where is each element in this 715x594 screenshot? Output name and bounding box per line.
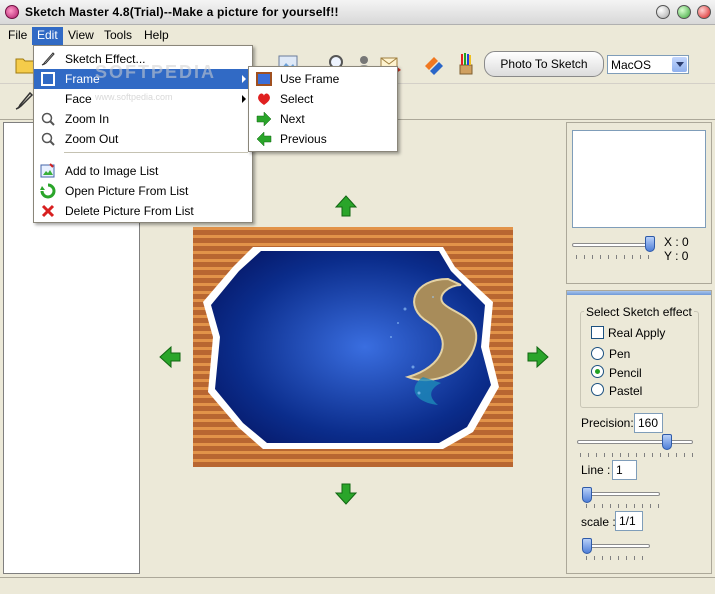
menu-item-use-frame[interactable]: Use Frame	[249, 69, 397, 89]
scale-label: scale :	[581, 515, 616, 529]
frame-icon	[41, 72, 55, 86]
menu-item-next[interactable]: Next	[249, 109, 397, 129]
menu-item-zoom-in[interactable]: Zoom In	[34, 109, 252, 129]
real-apply-label: Real Apply	[608, 326, 666, 340]
use-frame-icon	[256, 72, 272, 86]
move-up-icon[interactable]	[334, 194, 358, 218]
zoom-slider-ticks	[576, 255, 656, 259]
pencils-icon[interactable]	[454, 51, 478, 75]
sketch-effect-icon	[41, 52, 55, 66]
scale-input[interactable]	[615, 511, 643, 531]
zoom-out-icon	[41, 132, 55, 146]
status-bar	[0, 577, 715, 594]
menu-item-label: Open Picture From List	[65, 184, 189, 198]
line-slider-thumb[interactable]	[582, 487, 592, 503]
submenu-arrow-icon	[242, 95, 246, 103]
zoom-slider-track[interactable]	[572, 243, 654, 247]
menu-item-label: Use Frame	[280, 72, 340, 86]
y-coordinate-label: Y : 0	[664, 249, 689, 263]
sketch-convert-icon[interactable]	[422, 52, 446, 76]
pen-radio-label: Pen	[609, 347, 631, 361]
menu-item-label: Zoom In	[65, 112, 110, 126]
frame-submenu: Use Frame Select Next Previous	[248, 66, 398, 152]
menu-separator	[64, 152, 248, 153]
pastel-radio[interactable]	[591, 383, 604, 396]
menu-item-label: Face	[65, 92, 92, 106]
line-input[interactable]	[612, 460, 637, 480]
precision-slider-track[interactable]	[577, 440, 693, 444]
scale-slider-track[interactable]	[582, 544, 650, 548]
pencil-radio[interactable]	[591, 365, 604, 378]
move-left-icon[interactable]	[158, 345, 182, 369]
menu-item-zoom-out[interactable]: Zoom Out	[34, 129, 252, 149]
menu-item-add-to-image-list[interactable]: Add to Image List	[34, 161, 252, 181]
menu-tools[interactable]: Tools	[99, 27, 137, 45]
open-picture-icon	[40, 183, 56, 199]
menu-item-select[interactable]: Select	[249, 89, 397, 109]
move-right-icon[interactable]	[526, 345, 550, 369]
title-bar: Sketch Master 4.8(Trial)--Make a picture…	[0, 0, 715, 25]
precision-label: Precision:	[581, 416, 634, 430]
sketch-effect-group-title: Select Sketch effect	[584, 305, 694, 319]
menu-item-label: Zoom Out	[65, 132, 119, 146]
menu-item-label: Select	[280, 92, 314, 106]
panel-header-strip	[567, 291, 711, 295]
menu-file[interactable]: File	[3, 27, 32, 45]
pastel-radio-label: Pastel	[609, 384, 643, 398]
style-select[interactable]: MacOS	[607, 55, 689, 74]
precision-input[interactable]	[634, 413, 663, 433]
pencil-radio-label: Pencil	[609, 366, 642, 380]
menu-help[interactable]: Help	[139, 27, 174, 45]
pen-radio[interactable]	[591, 347, 604, 360]
watermark: SOFTPEDIA	[95, 62, 217, 82]
menu-item-open-picture[interactable]: Open Picture From List	[34, 181, 252, 201]
menu-item-delete-picture[interactable]: Delete Picture From List	[34, 201, 252, 221]
menu-view[interactable]: View	[63, 27, 99, 45]
window-title: Sketch Master 4.8(Trial)--Make a picture…	[25, 5, 339, 19]
line-label: Line :	[581, 463, 611, 477]
delete-picture-icon	[41, 204, 55, 218]
x-coordinate-label: X : 0	[664, 235, 689, 249]
submenu-arrow-icon	[242, 75, 246, 83]
add-image-icon	[40, 163, 55, 178]
real-apply-checkbox[interactable]	[591, 326, 604, 339]
scale-slider-thumb[interactable]	[582, 538, 592, 554]
zoom-slider-thumb[interactable]	[645, 236, 655, 252]
scale-slider-ticks	[586, 556, 650, 560]
menu-item-label: Next	[280, 112, 305, 126]
move-down-icon[interactable]	[334, 482, 358, 506]
previous-icon	[256, 131, 272, 147]
close-button[interactable]	[697, 5, 711, 19]
sketch-picture[interactable]	[193, 227, 513, 467]
menu-bar: File Edit View Tools Help	[0, 25, 715, 46]
line-slider-ticks	[586, 504, 662, 508]
menu-item-label: Add to Image List	[65, 164, 159, 178]
maximize-button[interactable]	[677, 5, 691, 19]
menu-item-label: Previous	[280, 132, 327, 146]
next-icon	[256, 111, 272, 127]
zoom-in-icon	[41, 112, 55, 126]
app-icon	[5, 5, 19, 19]
minimize-button[interactable]	[656, 5, 670, 19]
menu-edit[interactable]: Edit	[32, 27, 63, 45]
precision-slider-ticks	[580, 453, 694, 457]
menu-item-label: Delete Picture From List	[65, 204, 194, 218]
chevron-down-icon[interactable]	[672, 57, 687, 72]
style-select-value: MacOS	[611, 58, 652, 72]
navigator-preview[interactable]	[572, 130, 706, 228]
photo-to-sketch-button[interactable]: Photo To Sketch	[484, 51, 604, 77]
watermark-url: www.softpedia.com	[95, 92, 173, 102]
precision-slider-thumb[interactable]	[662, 434, 672, 450]
menu-item-previous[interactable]: Previous	[249, 129, 397, 149]
line-slider-track[interactable]	[582, 492, 660, 496]
select-icon	[258, 93, 270, 105]
